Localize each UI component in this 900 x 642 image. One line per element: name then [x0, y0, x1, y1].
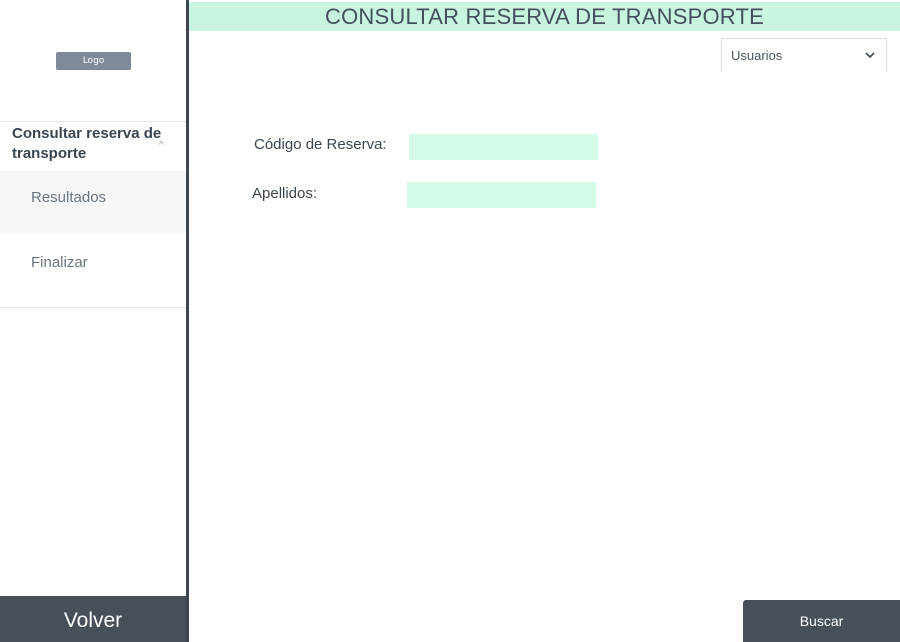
page-title: CONSULTAR RESERVA DE TRANSPORTE	[325, 4, 764, 29]
codigo-input[interactable]	[409, 134, 598, 160]
chevron-down-icon	[865, 52, 875, 59]
nav-section-title: Consultar reserva de transporte	[12, 125, 162, 162]
back-button[interactable]: Volver	[0, 596, 186, 642]
apellidos-label: Apellidos:	[252, 185, 318, 202]
users-dropdown-label: Usuarios	[731, 48, 783, 63]
logo: Logo	[56, 52, 131, 70]
sidebar-item-finalizar[interactable]: Finalizar	[0, 233, 186, 308]
users-dropdown[interactable]: Usuarios	[721, 38, 887, 71]
nav-section-header[interactable]: Consultar reserva de transporte ^	[0, 122, 186, 171]
codigo-label: Código de Reserva:	[254, 136, 387, 153]
sidebar-item-resultados[interactable]: Resultados	[0, 171, 186, 233]
sidebar-border	[186, 0, 189, 642]
header-bar: CONSULTAR RESERVA DE TRANSPORTE	[189, 2, 900, 31]
sidebar: Logo Consultar reserva de transporte ^ R…	[0, 0, 186, 642]
chevron-up-icon[interactable]: ^	[159, 140, 164, 151]
search-button[interactable]: Buscar	[743, 600, 900, 642]
apellidos-input[interactable]	[407, 182, 596, 208]
